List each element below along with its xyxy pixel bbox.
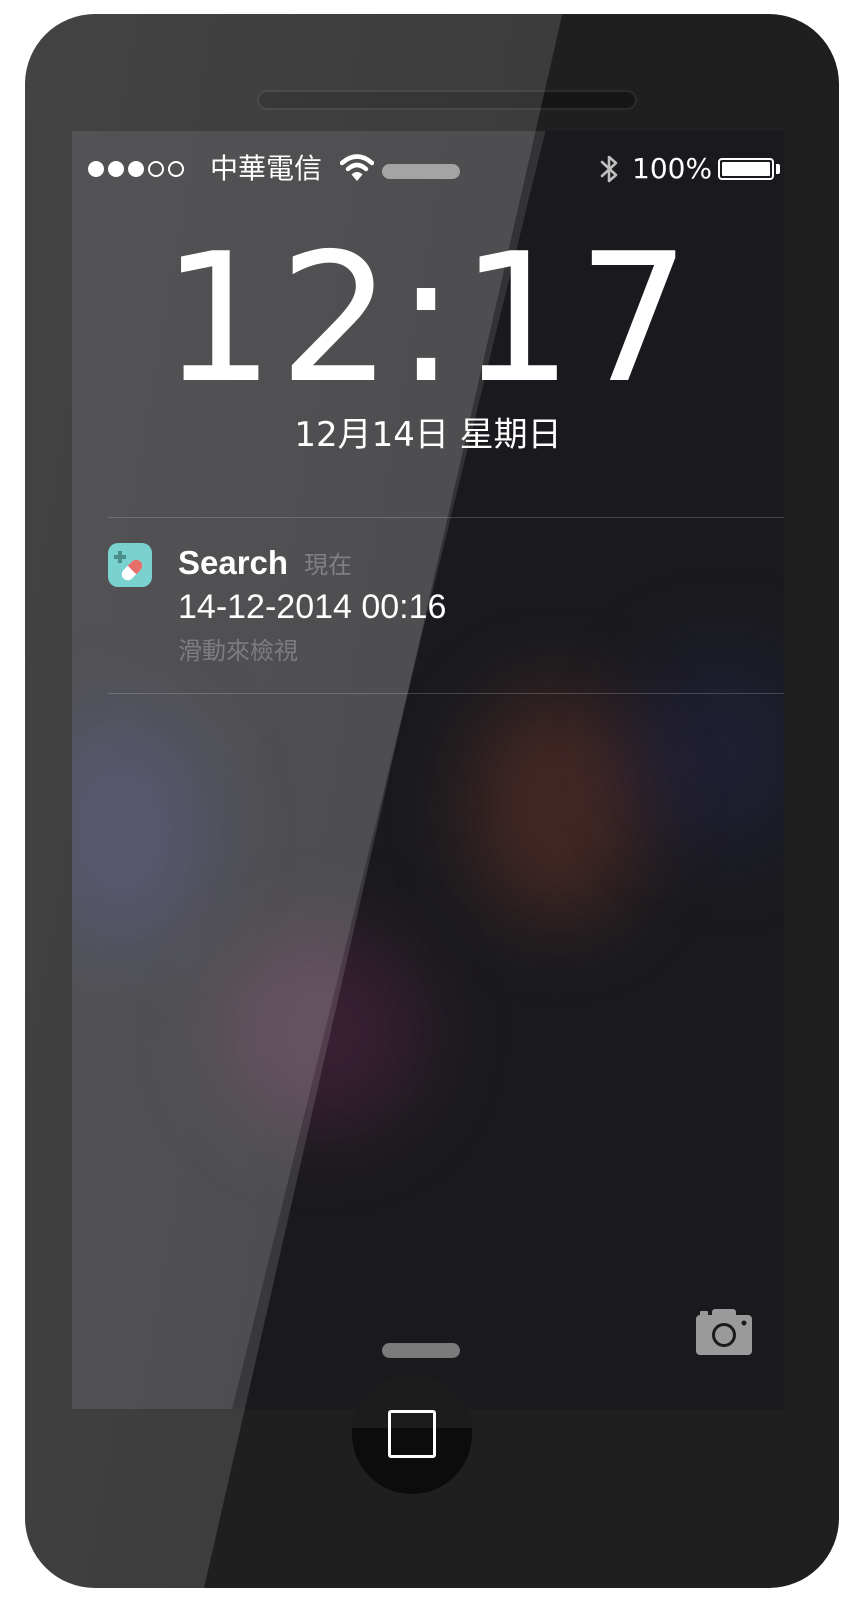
notification-divider-top	[108, 517, 784, 518]
signal-dot	[128, 161, 144, 177]
notification-time: 現在	[304, 551, 352, 579]
top-grabber[interactable]	[382, 164, 460, 179]
home-button[interactable]	[352, 1374, 472, 1494]
battery-level	[722, 162, 770, 176]
phone-frame: 中華電信 100% 12:17 12月14日 星期日 Search 現在 14-…	[25, 14, 839, 1588]
signal-strength-icon	[88, 161, 184, 177]
battery-icon	[718, 158, 774, 180]
notification-divider-bottom	[108, 693, 784, 694]
wallpaper-glow	[72, 711, 212, 951]
lock-screen: 中華電信 100% 12:17 12月14日 星期日 Search 現在 14-…	[72, 131, 784, 1409]
lock-time: 12:17	[161, 215, 695, 422]
carrier-name: 中華電信	[210, 152, 323, 185]
battery-terminal	[776, 164, 780, 174]
notification-hint: 滑動來檢視	[178, 637, 298, 665]
earpiece-speaker	[257, 90, 637, 110]
pill-plus-icon	[108, 543, 152, 587]
signal-dot	[88, 161, 104, 177]
app-icon-glyph	[114, 551, 143, 581]
signal-dot	[168, 161, 184, 177]
notification-app-name: Search	[178, 544, 289, 581]
status-bar: 中華電信 100%	[72, 131, 784, 187]
lock-date: 12月14日 星期日	[294, 415, 562, 455]
wallpaper-glow	[222, 931, 422, 1131]
signal-dot	[148, 161, 164, 177]
home-square-icon	[388, 1410, 436, 1458]
wallpaper-glow	[472, 691, 642, 921]
signal-dot	[108, 161, 124, 177]
battery-percentage: 100%	[632, 152, 713, 185]
control-center-grabber[interactable]	[382, 1343, 460, 1358]
camera-icon[interactable]	[694, 1307, 754, 1357]
wifi-icon	[340, 154, 374, 181]
notification-message: 14-12-2014 00:16	[178, 588, 447, 626]
notification-item[interactable]: Search 現在 14-12-2014 00:16 滑動來檢視	[108, 541, 784, 691]
bluetooth-icon	[600, 155, 618, 183]
